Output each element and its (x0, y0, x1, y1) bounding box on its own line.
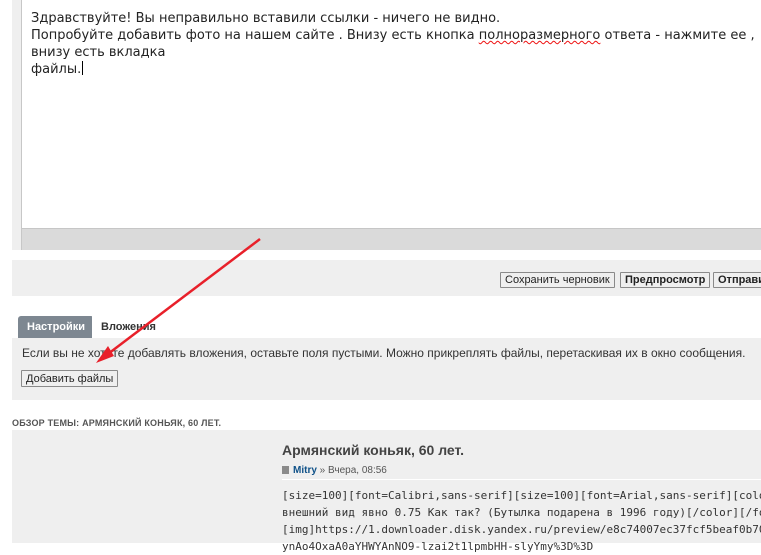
send-button[interactable]: Отправить (713, 272, 761, 288)
editor-resize-bar[interactable] (21, 228, 761, 250)
post-icon (282, 466, 289, 474)
post-body-line: ynAo4OxaA0aYHWYAnNO9-lzai2t1lpmbHH-slyYm… (282, 540, 594, 553)
add-files-button[interactable]: Добавить файлы (21, 370, 119, 387)
attachments-panel: Если вы не хотите добавлять вложения, ос… (12, 338, 761, 400)
options-tabs-panel: Настройки Вложения Если вы не хотите доб… (12, 316, 761, 400)
topic-review-title: ОБЗОР ТЕМЫ: АРМЯНСКИЙ КОНЬЯК, 60 ЛЕТ. (12, 418, 222, 428)
preview-button[interactable]: Предпросмотр (620, 272, 711, 288)
post-time: Вчера, 08:56 (328, 465, 387, 476)
editor-left-gutter (12, 0, 21, 250)
message-line-1: Здравствуйте! Вы неправильно вставили сс… (31, 11, 501, 26)
message-text[interactable]: Здравствуйте! Вы неправильно вставили сс… (31, 10, 761, 78)
message-editor[interactable]: Здравствуйте! Вы неправильно вставили сс… (21, 0, 761, 228)
submit-panel: Сохранить черновик Предпросмотр Отправит… (12, 260, 761, 296)
post-body: [size=100][font=Calibri,sans-serif][size… (282, 487, 761, 555)
tab-attachments[interactable]: Вложения (92, 316, 165, 338)
post-content: Армянский коньяк, 60 лет. Mitry » Вчера,… (272, 430, 761, 553)
post-author[interactable]: Mitry (293, 465, 317, 476)
post-title[interactable]: Армянский коньяк, 60 лет. (282, 442, 464, 458)
post-body-line: внешний вид явно 0.75 Как так? (Бутылка … (282, 506, 761, 519)
post-meta: Mitry » Вчера, 08:56 (282, 465, 387, 476)
attachments-hint: Если вы не хотите добавлять вложения, ос… (22, 346, 746, 360)
message-line-3: файлы. (31, 62, 82, 77)
post-meta-separator: » (316, 465, 329, 476)
post-body-line: [img]https://1.downloader.disk.yandex.ru… (282, 523, 761, 536)
post-body-line: [size=100][font=Calibri,sans-serif][size… (282, 489, 761, 502)
misspelled-word: полноразмерного (478, 28, 601, 43)
save-draft-button[interactable]: Сохранить черновик (500, 272, 615, 288)
topic-review-post: Армянский коньяк, 60 лет. Mitry » Вчера,… (12, 430, 761, 553)
post-divider (282, 479, 761, 480)
text-caret (82, 61, 84, 75)
tab-settings[interactable]: Настройки (18, 316, 95, 338)
message-line-2-start: Попробуйте добавить фото на нашем сайте … (31, 28, 479, 43)
